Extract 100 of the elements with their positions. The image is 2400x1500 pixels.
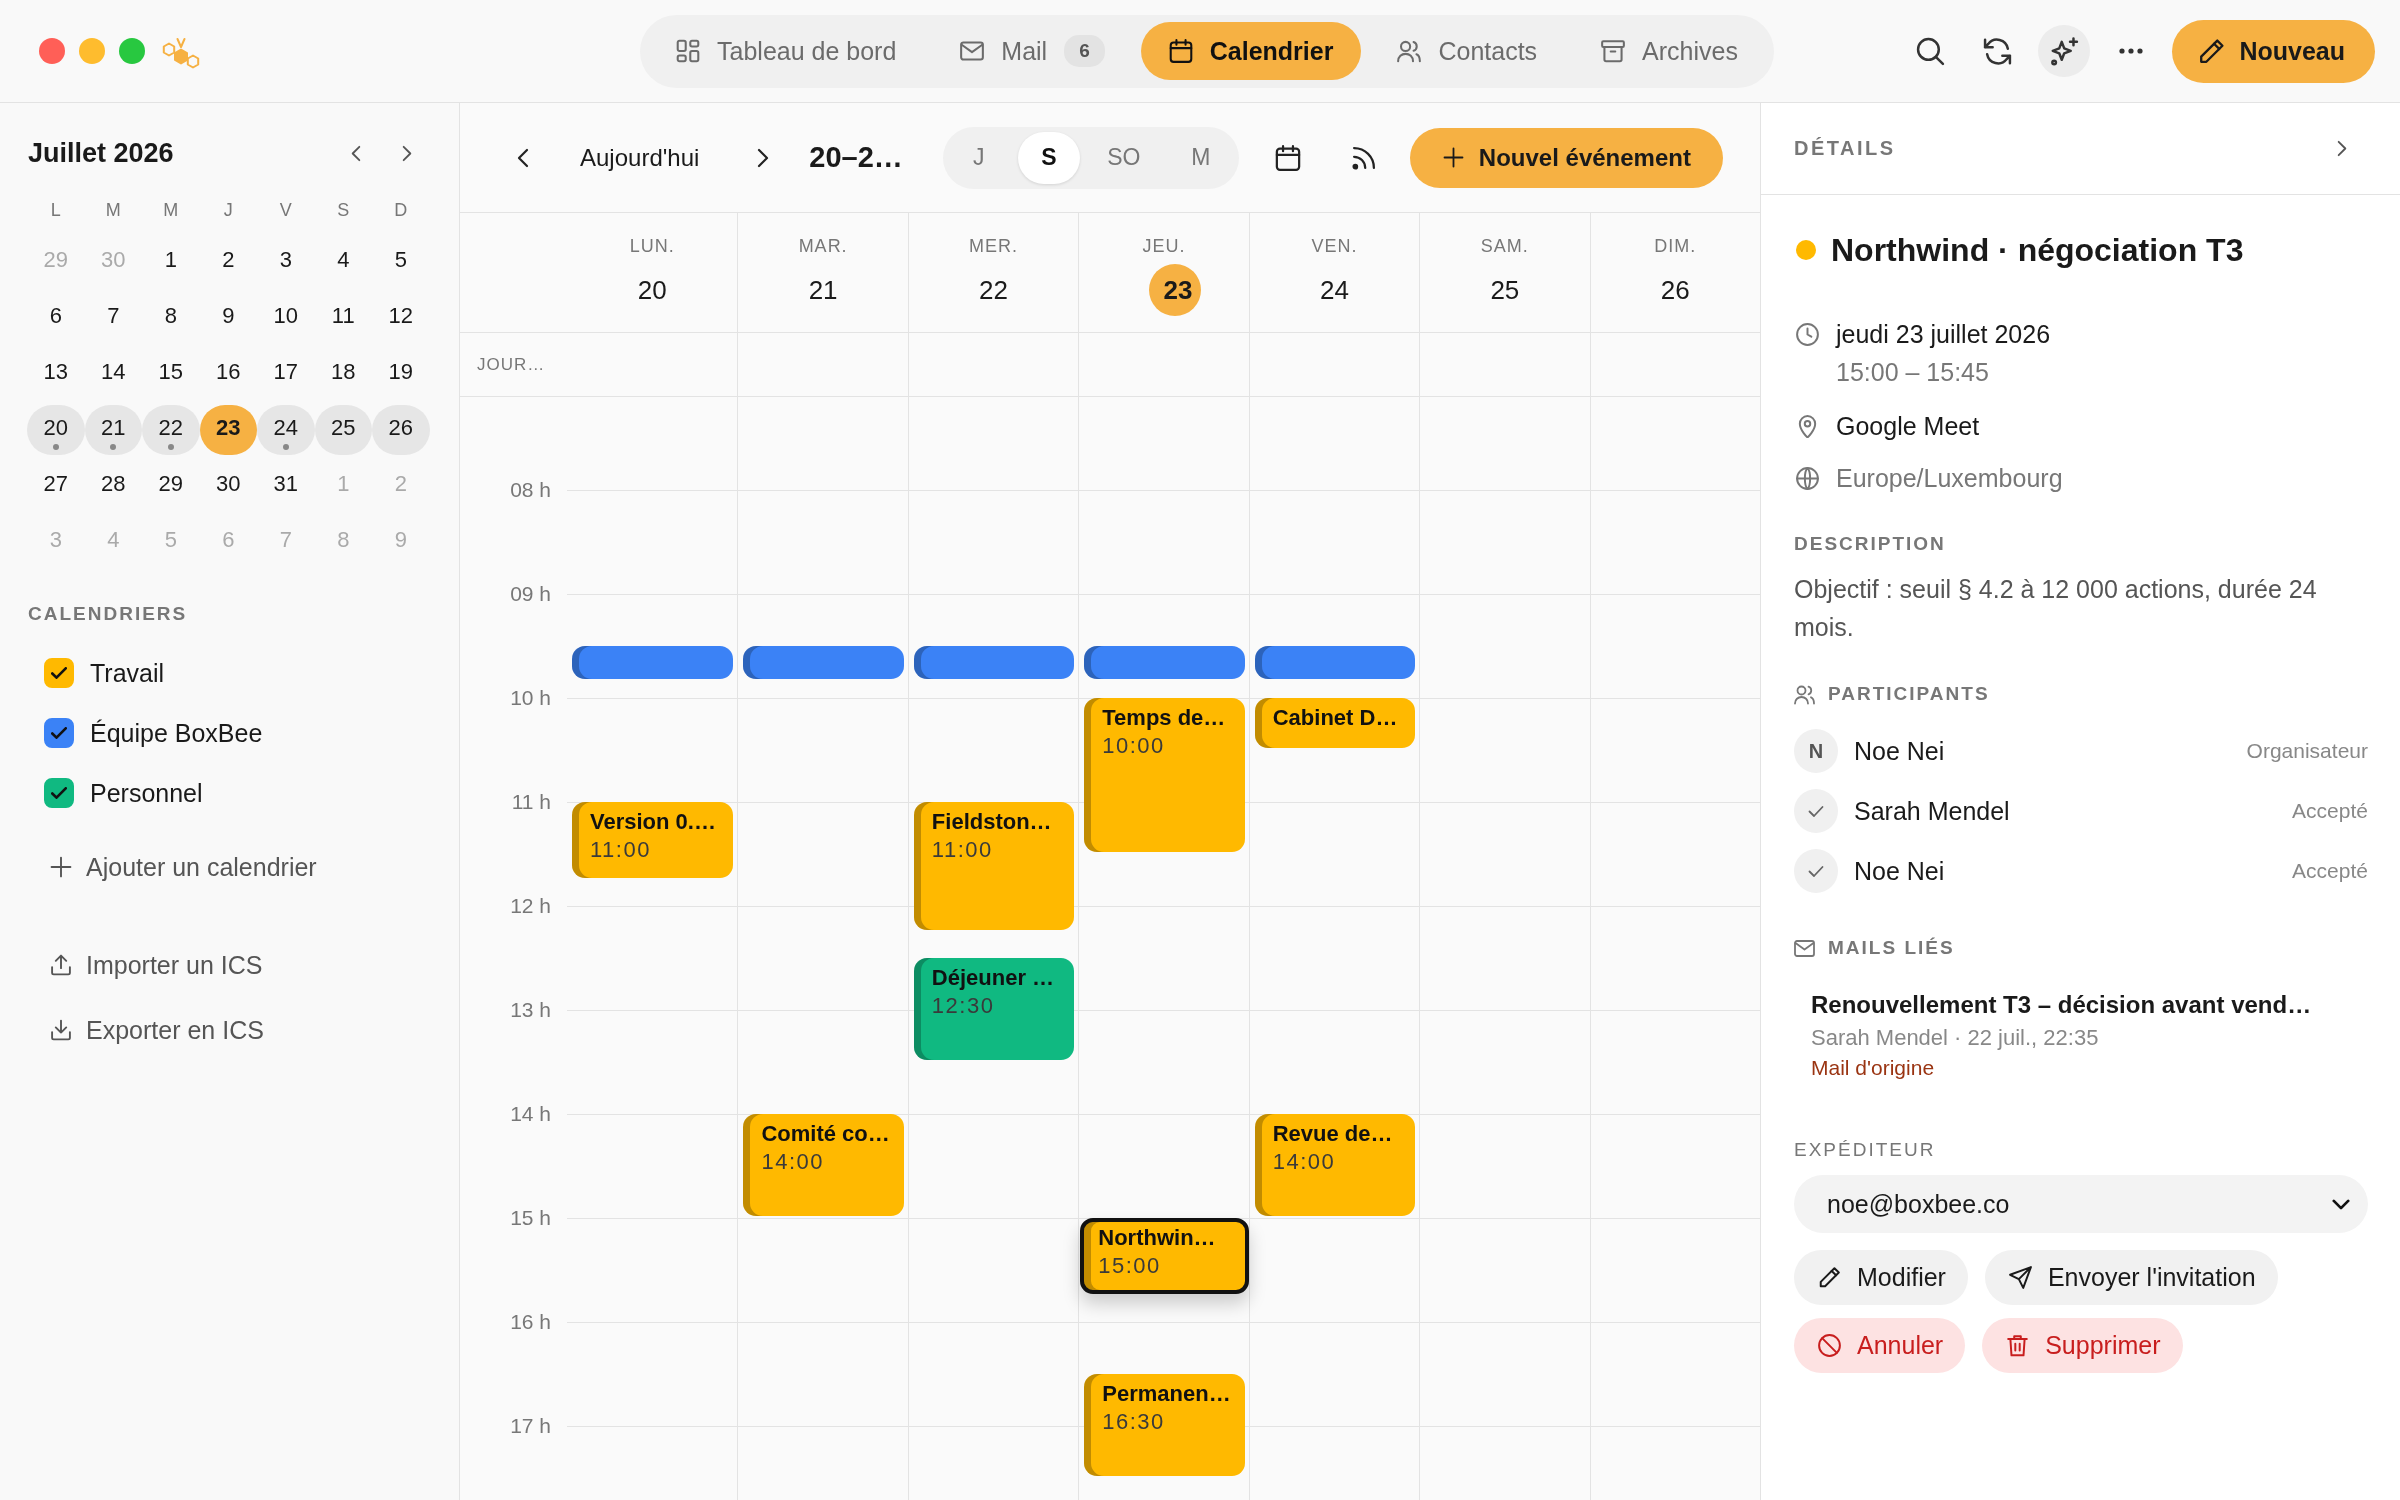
- event-block[interactable]: Version 0.… 11:00: [572, 802, 734, 878]
- mini-calendar-day[interactable]: 26: [372, 405, 430, 455]
- checkbox[interactable]: [44, 658, 74, 688]
- weekday-label: L: [50, 199, 61, 221]
- checkbox[interactable]: [44, 718, 74, 748]
- edit-button[interactable]: Modifier: [1794, 1250, 1968, 1305]
- mini-calendar-day[interactable]: 1: [142, 237, 200, 287]
- today-button[interactable]: Aujourd'hui: [566, 133, 714, 182]
- day-number: 22: [978, 273, 1009, 307]
- weekday-label: LUN.: [629, 235, 675, 257]
- nav-tab[interactable]: Archives: [1573, 22, 1766, 80]
- delete-button[interactable]: Supprimer: [1982, 1318, 2183, 1373]
- participant-name: Sarah Mendel: [1854, 796, 2010, 826]
- mini-calendar-day[interactable]: 7: [84, 293, 142, 343]
- mini-calendar-day[interactable]: 29: [142, 461, 200, 511]
- send-invitation-button[interactable]: Envoyer l'invitation: [1984, 1250, 2278, 1305]
- chevron-right-icon: [2337, 140, 2347, 157]
- event-block[interactable]: Fieldston… 11:00: [913, 802, 1075, 930]
- weekday-label: M: [163, 199, 179, 221]
- mini-calendar-day[interactable]: 27: [27, 461, 85, 511]
- nav-tab[interactable]: Mail 6: [932, 22, 1133, 80]
- sparkle-icon: [2049, 36, 2079, 66]
- mini-calendar-day[interactable]: 12: [372, 293, 430, 343]
- mini-calendar-day[interactable]: 30: [199, 461, 257, 511]
- download-icon: [50, 1019, 72, 1041]
- mini-calendar-day[interactable]: 13: [27, 349, 85, 399]
- checkbox[interactable]: [44, 778, 74, 808]
- new-button[interactable]: Nouveau: [2172, 19, 2375, 83]
- event-block[interactable]: Permanen… 16:30: [1084, 1374, 1245, 1476]
- nav-tab[interactable]: Tableau de bord: [648, 22, 925, 80]
- view-option[interactable]: J: [947, 131, 1010, 184]
- mini-calendar-day[interactable]: 9: [199, 293, 257, 343]
- mini-calendar-day[interactable]: 5: [372, 237, 430, 287]
- rss-icon: [1350, 144, 1377, 171]
- check-icon: [1794, 789, 1838, 833]
- calendar-name: Travail: [90, 658, 165, 688]
- day-number: 26: [1659, 273, 1691, 307]
- event-block[interactable]: Cabinet D…: [1254, 698, 1416, 748]
- mini-calendar-day[interactable]: 28: [84, 461, 142, 511]
- event-block[interactable]: Revue de… 14:00: [1254, 1114, 1416, 1216]
- event-block[interactable]: Comité co… 14:00: [743, 1114, 904, 1216]
- event-block[interactable]: [743, 646, 904, 679]
- nav-tab[interactable]: Calendrier: [1140, 22, 1362, 80]
- mini-calendar-day[interactable]: 17: [257, 349, 315, 399]
- weekday-label: V: [279, 199, 292, 221]
- pencil-icon: [1818, 1266, 1841, 1289]
- all-day-label: JOUR…: [477, 354, 546, 375]
- hour-label: 16 h: [510, 1309, 551, 1335]
- participant-name: Noe Nei: [1854, 736, 1945, 766]
- mail-subject: Renouvellement T3 – décision avant vend…: [1811, 990, 2312, 1020]
- calendar-name: Personnel: [90, 778, 203, 808]
- nav-tab[interactable]: Contacts: [1369, 22, 1566, 80]
- mini-calendar-day[interactable]: 15: [142, 349, 200, 399]
- event-block[interactable]: Northwin… 15:00: [1080, 1218, 1249, 1294]
- mini-calendar-day[interactable]: 20: [27, 405, 85, 455]
- mini-calendar-day[interactable]: 14: [84, 349, 142, 399]
- export-ics-button[interactable]: Exporter en ICS: [27, 1005, 272, 1055]
- send-icon: [2008, 1266, 2032, 1289]
- mini-calendar-day[interactable]: 18: [314, 349, 372, 399]
- day-number: 24: [1318, 273, 1350, 307]
- event-block[interactable]: [572, 646, 734, 679]
- weekday-label: S: [337, 199, 350, 221]
- view-option[interactable]: SO: [1087, 131, 1160, 184]
- add-calendar-button[interactable]: Ajouter un calendrier: [27, 842, 325, 892]
- mini-calendar-day[interactable]: 2: [199, 237, 257, 287]
- mini-calendar-day[interactable]: 31: [257, 461, 315, 511]
- weekday-label: SAM.: [1480, 235, 1529, 257]
- view-option[interactable]: M: [1167, 131, 1234, 184]
- cancel-button[interactable]: Annuler: [1794, 1318, 1966, 1373]
- mini-calendar-day[interactable]: 4: [314, 237, 372, 287]
- hour-label: 14 h: [510, 1101, 551, 1127]
- view-option[interactable]: S: [1017, 131, 1080, 184]
- mini-calendar-day[interactable]: 10: [257, 293, 315, 343]
- mini-calendar-day[interactable]: 6: [27, 293, 85, 343]
- mini-calendar-day[interactable]: 16: [199, 349, 257, 399]
- checkmark-icon: [51, 787, 67, 799]
- event-block[interactable]: [913, 646, 1075, 679]
- event-block[interactable]: Déjeuner … 12:30: [913, 958, 1075, 1060]
- mini-calendar-day[interactable]: 22: [142, 405, 200, 455]
- mini-calendar-day[interactable]: 8: [142, 293, 200, 343]
- sender-select[interactable]: noe@boxbee.co: [1794, 1175, 2368, 1233]
- mini-calendar-day[interactable]: 11: [314, 293, 372, 343]
- event-title: Northwind · négociation T3: [1831, 231, 2244, 269]
- mini-calendar-day[interactable]: 25: [314, 405, 372, 455]
- chevron-right-icon: [402, 144, 412, 162]
- mini-calendar-day[interactable]: 23: [199, 405, 257, 455]
- event-location: Google Meet: [1836, 411, 1980, 442]
- mini-calendar-day[interactable]: 21: [84, 405, 142, 455]
- origin-mail-link[interactable]: Mail d'origine: [1811, 1055, 1935, 1081]
- import-ics-button[interactable]: Importer un ICS: [27, 940, 271, 990]
- new-event-button[interactable]: Nouvel événement: [1409, 127, 1723, 188]
- search-icon: [1915, 36, 1945, 66]
- weekday-label: J: [223, 199, 233, 221]
- event-block[interactable]: Temps de… 10:00: [1084, 698, 1245, 852]
- mini-calendar-day[interactable]: 24: [257, 405, 315, 455]
- mini-calendar-day[interactable]: 3: [257, 237, 315, 287]
- event-block[interactable]: [1254, 646, 1416, 679]
- mini-calendar-day[interactable]: 19: [372, 349, 430, 399]
- window-close-button[interactable]: [39, 38, 65, 64]
- event-block[interactable]: [1084, 646, 1245, 679]
